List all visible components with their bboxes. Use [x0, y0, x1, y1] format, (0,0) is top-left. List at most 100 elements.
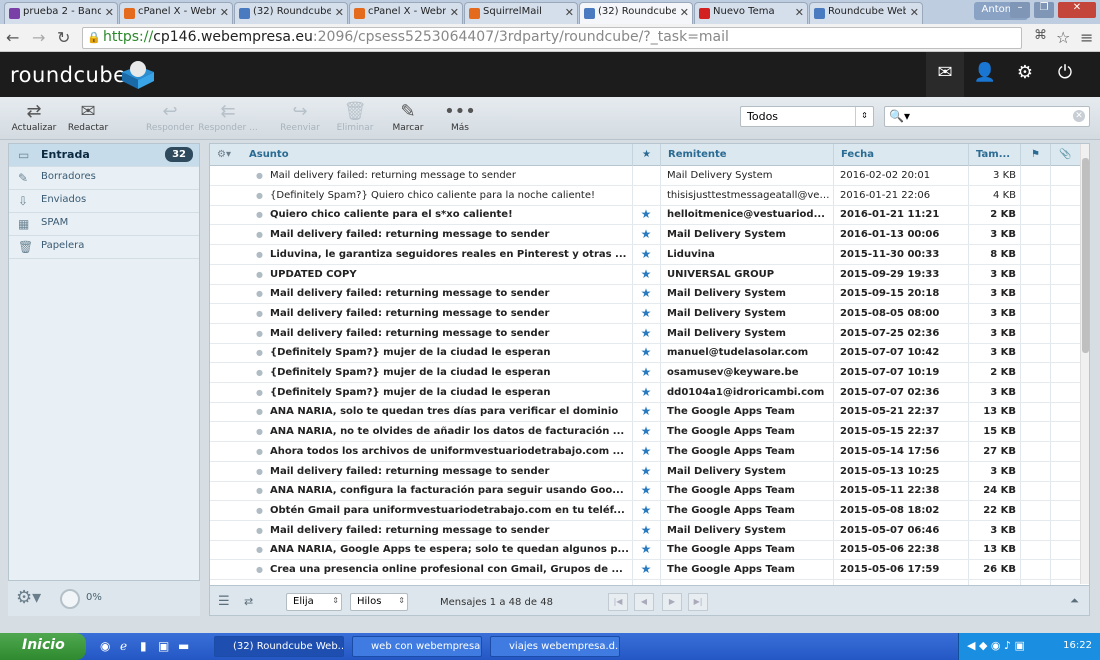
tab-close-icon[interactable]: ✕ [220, 6, 229, 19]
ie-quicklaunch-icon[interactable]: ℯ [120, 639, 127, 653]
tray-icons[interactable]: ◀ ◆ ◉ ♪ ▣ [967, 639, 1025, 652]
browser-tab[interactable]: cPanel X - Webm ✕ [119, 2, 233, 24]
flag-star-icon[interactable]: ★ [632, 265, 660, 284]
taskbar-item[interactable]: web con webempresa [352, 636, 482, 657]
start-button[interactable]: Inicio [0, 633, 86, 660]
contacts-icon[interactable]: 👤 [966, 52, 1004, 97]
prev-page-button[interactable]: ◀ [634, 593, 654, 611]
flag-star-icon[interactable]: ★ [632, 540, 660, 559]
minimize-button[interactable]: – [1010, 2, 1030, 18]
flag-star-icon[interactable]: ★ [632, 363, 660, 382]
column-status-flag-icon[interactable]: ⚑ [1020, 144, 1050, 166]
message-row[interactable]: ● Mail delivery failed: returning message… [210, 304, 1080, 324]
tab-close-icon[interactable]: ✕ [680, 6, 689, 19]
explorer-quicklaunch-icon[interactable]: ▣ [158, 639, 169, 653]
flag-star-icon[interactable]: ★ [632, 560, 660, 579]
column-attachment-icon[interactable]: 📎 [1050, 144, 1080, 166]
bookmark-star-icon[interactable]: ☆ [1056, 28, 1070, 47]
message-row[interactable]: ● Mail delivery failed: returning message… [210, 521, 1080, 541]
message-row[interactable]: ● Mail delivery failed: returning message… [210, 225, 1080, 246]
browser-tab[interactable]: cPanel X - Webm ✕ [349, 2, 463, 24]
taskbar-item[interactable]: (32) Roundcube Web... [214, 636, 344, 657]
preview-toggle-icon[interactable]: ⏶ [1070, 594, 1079, 608]
mail-icon[interactable]: ✉ [926, 52, 964, 97]
message-row[interactable]: ● ANA NARIA, configura la facturación par… [210, 481, 1080, 502]
tab-close-icon[interactable]: ✕ [565, 6, 574, 19]
message-row[interactable]: ● Obtén Gmail para uniformvestuariodetrab… [210, 501, 1080, 521]
maximize-button[interactable]: ❐ [1034, 2, 1054, 18]
clear-search-icon[interactable]: ✕ [1073, 110, 1085, 122]
column-flag-star-icon[interactable]: ★ [632, 144, 660, 166]
search-input[interactable]: 🔍▾ ✕ [884, 106, 1090, 127]
flag-star-icon[interactable] [632, 166, 660, 185]
message-row[interactable]: ● {Definitely Spam?} mujer de la ciudad l… [210, 363, 1080, 383]
browser-tab[interactable]: (32) Roundcube ✕ [234, 2, 348, 24]
message-row[interactable]: ● ANA NARIA, no te olvides de añadir los … [210, 422, 1080, 443]
list-view-icon[interactable]: ☰ [218, 594, 230, 609]
close-window-button[interactable]: ✕ [1058, 2, 1096, 18]
folder-item-papelera[interactable]: 🗑 Papelera [9, 236, 199, 259]
flag-star-icon[interactable]: ★ [632, 402, 660, 421]
tab-close-icon[interactable]: ✕ [910, 6, 919, 19]
message-row[interactable]: ● Mail delivery failed: returning message… [210, 462, 1080, 482]
column-subject[interactable]: Asunto [246, 144, 632, 166]
translate-icon[interactable]: ⌘ [1034, 28, 1047, 43]
next-page-button[interactable]: ▶ [662, 593, 682, 611]
message-row[interactable]: ● Ahora todos los archivos de uniformvest… [210, 442, 1080, 462]
folder-item-borradores[interactable]: ✎ Borradores [9, 167, 199, 190]
eliminar-button[interactable]: 🗑 Eliminar [325, 101, 385, 133]
folder-item-entrada[interactable]: ▭ Entrada 32 [9, 144, 199, 167]
filter-select[interactable]: Todos ⇕ [740, 106, 874, 127]
column-from[interactable]: Remitente [660, 144, 833, 166]
search-icon[interactable]: 🔍▾ [889, 109, 910, 123]
flag-star-icon[interactable]: ★ [632, 521, 660, 540]
flag-star-icon[interactable]: ★ [632, 442, 660, 461]
reenviar-button[interactable]: ↪ Reenviar [270, 101, 330, 133]
folder-settings-gear-icon[interactable]: ⚙▾ [16, 587, 41, 608]
message-row[interactable]: ● Mail delivery failed: returning message… [210, 284, 1080, 305]
browser-tab[interactable]: (32) Roundcube ✕ [579, 2, 693, 24]
más-button[interactable]: ••• Más [430, 101, 490, 133]
scrollbar-thumb[interactable] [1082, 158, 1089, 353]
message-row[interactable]: ● UPDATED COPY ★ UNIVERSAL GROUP 2015-09-29 … [210, 265, 1080, 285]
message-row[interactable]: ● {Definitely Spam?} mujer de la ciudad l… [210, 343, 1080, 364]
message-row[interactable]: ● Mail delivery failed: returning message… [210, 166, 1080, 186]
chrome-quicklaunch-icon[interactable]: ◉ [100, 639, 110, 653]
message-row[interactable]: ● {Definitely Spam?} Quiero chico calient… [210, 186, 1080, 206]
column-date[interactable]: Fecha [833, 144, 968, 166]
first-page-button[interactable]: |◀ [608, 593, 628, 611]
flag-star-icon[interactable]: ★ [632, 304, 660, 323]
responder-button[interactable]: ⇇ Responder ... [198, 101, 258, 133]
flag-star-icon[interactable]: ★ [632, 205, 660, 224]
flag-star-icon[interactable]: ★ [632, 501, 660, 520]
folder-item-enviados[interactable]: ⇩ Enviados [9, 190, 199, 213]
url-input[interactable]: 🔒 https://cp146.webempresa.eu:2096/cpsess… [82, 27, 1022, 49]
message-row[interactable]: ● ANA NARIA, Google Apps te espera; solo … [210, 540, 1080, 561]
flag-star-icon[interactable]: ★ [632, 422, 660, 441]
settings-icon[interactable]: ⚙ [1006, 52, 1044, 97]
flag-star-icon[interactable]: ★ [632, 245, 660, 264]
reload-icon[interactable]: ↻ [57, 28, 70, 47]
responder-button[interactable]: ↩ Responder [140, 101, 200, 133]
last-page-button[interactable]: ▶| [688, 593, 708, 611]
thread-toggle-icon[interactable]: ⇄ [244, 595, 253, 608]
message-row[interactable]: ● Mail delivery failed: returning message… [210, 324, 1080, 344]
tab-close-icon[interactable]: ✕ [335, 6, 344, 19]
message-row[interactable]: ● ANA NARIA, solo te quedan tres días par… [210, 402, 1080, 423]
browser-tab[interactable]: prueba 2 - Band ✕ [4, 2, 118, 24]
flag-star-icon[interactable]: ★ [632, 225, 660, 244]
flag-star-icon[interactable]: ★ [632, 284, 660, 303]
actualizar-button[interactable]: ⇄ Actualizar [4, 101, 64, 133]
tab-close-icon[interactable]: ✕ [795, 6, 804, 19]
folder-item-spam[interactable]: ▦ SPAM [9, 213, 199, 236]
flag-star-icon[interactable] [632, 186, 660, 205]
flag-star-icon[interactable]: ★ [632, 481, 660, 500]
redactar-button[interactable]: ✉ Redactar [58, 101, 118, 133]
marcar-button[interactable]: ✎ Marcar [378, 101, 438, 133]
folder-quicklaunch-icon[interactable]: ▬ [178, 639, 189, 653]
message-row[interactable]: ● Crea una presencia online profesional c… [210, 560, 1080, 580]
flag-star-icon[interactable]: ★ [632, 462, 660, 481]
select-dropdown[interactable]: Elija ⇕ [286, 593, 342, 611]
browser-tab[interactable]: Roundcube Web ✕ [809, 2, 923, 24]
list-scrollbar[interactable] [1080, 144, 1089, 584]
